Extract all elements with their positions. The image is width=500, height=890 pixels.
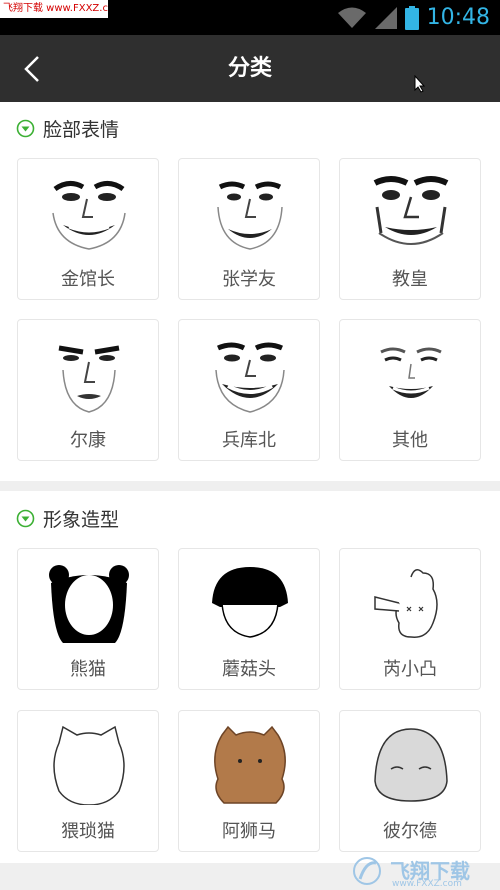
cartoon-character-icon [374, 569, 438, 638]
card-label: 猥琐猫 [61, 821, 115, 842]
section-divider [0, 481, 500, 491]
card-label: 蘑菇头 [222, 659, 276, 680]
wifi-icon [337, 7, 366, 28]
card-label: 彼尔德 [383, 821, 437, 842]
mushroom-head-icon [212, 567, 288, 638]
face-meme-icon [52, 181, 126, 250]
face-meme-icon [215, 342, 285, 413]
card-label: 其他 [392, 430, 428, 451]
face-meme-icon [58, 345, 120, 413]
section-header: 形象造型 [16, 503, 119, 533]
category-card-bingkubei[interactable]: 兵库北 [178, 319, 320, 461]
section-title: 形象造型 [43, 508, 120, 531]
card-label: 芮小凸 [383, 659, 437, 680]
card-label: 尔康 [70, 430, 106, 451]
face-meme-icon [217, 181, 283, 250]
face-meme-icon [373, 176, 449, 245]
card-label: 金馆长 [61, 269, 115, 290]
battery-icon [404, 5, 419, 30]
app-header: 分类 [0, 35, 500, 102]
chevron-down-circle-icon [16, 509, 35, 527]
panda-icon [49, 565, 129, 643]
category-card-ruixiaotu[interactable]: 芮小凸 [339, 548, 481, 690]
category-card-ashima[interactable]: 阿狮马 [178, 710, 320, 852]
category-card-xiongmao[interactable]: 熊猫 [17, 548, 159, 690]
category-card-moguitou[interactable]: 蘑菇头 [178, 548, 320, 690]
face-meme-icon [380, 347, 442, 398]
card-label: 兵库北 [222, 430, 276, 451]
section-face-expressions: 脸部表情 金馆长 张学友 教皇 尔康 兵库北 其他 [0, 102, 500, 481]
watermark-bottom: 飞翔下载 www.FXXZ.com [350, 855, 500, 890]
category-card-bierde[interactable]: 彼尔德 [339, 710, 481, 852]
section-character-styles: 形象造型 熊猫 蘑菇头 芮小凸 猥琐猫 阿狮马 彼尔德 [0, 491, 500, 863]
card-label: 教皇 [392, 269, 428, 290]
card-label: 张学友 [222, 269, 276, 290]
category-card-weisuomao[interactable]: 猥琐猫 [17, 710, 159, 852]
blob-character-icon [374, 728, 448, 802]
status-icons: 10:48 [337, 0, 490, 35]
back-icon[interactable] [18, 53, 48, 85]
card-label: 熊猫 [70, 659, 106, 680]
section-header: 脸部表情 [16, 113, 119, 143]
mouse-cursor-icon [414, 75, 426, 93]
category-card-qita[interactable]: 其他 [339, 319, 481, 461]
card-label: 阿狮马 [222, 821, 276, 842]
alpaca-icon [214, 725, 286, 804]
category-card-jinguanzhang[interactable]: 金馆长 [17, 158, 159, 300]
clock: 10:48 [426, 5, 490, 30]
section-title: 脸部表情 [43, 118, 120, 141]
watermark-top: 飞翔下载 www.FXXZ.com [0, 0, 108, 18]
status-bar: 飞翔下载 www.FXXZ.com 10:48 [0, 0, 500, 35]
signal-icon [374, 6, 397, 29]
category-card-jiaohuang[interactable]: 教皇 [339, 158, 481, 300]
category-card-erkang[interactable]: 尔康 [17, 319, 159, 461]
watermark-url: www.FXXZ.com [392, 879, 462, 889]
chevron-down-circle-icon [16, 119, 35, 137]
cat-icon [53, 725, 125, 805]
category-card-zhangxueyou[interactable]: 张学友 [178, 158, 320, 300]
watermark-logo-icon [353, 857, 381, 885]
